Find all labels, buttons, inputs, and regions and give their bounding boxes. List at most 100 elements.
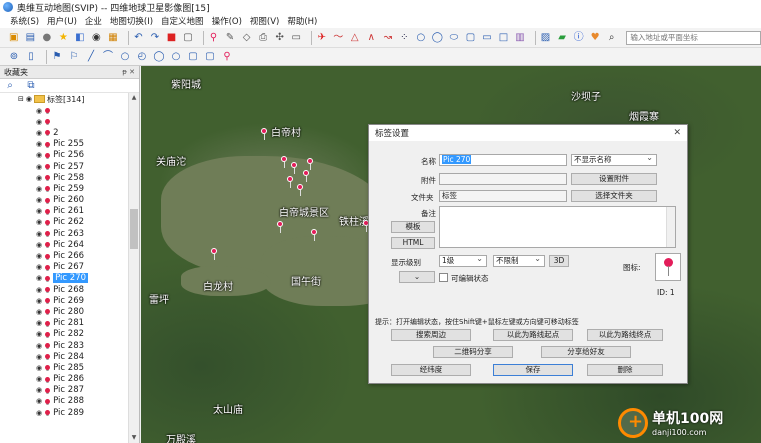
layer-icon[interactable]: ◧ [74,32,86,44]
route-end-button[interactable]: 以此为路线终点 [587,329,663,341]
editable-checkbox[interactable] [439,273,448,282]
ruler-icon[interactable]: ▭ [290,32,302,44]
map-marker[interactable] [281,156,287,168]
route-start-button[interactable]: 以此为路线起点 [493,329,573,341]
line-icon[interactable]: ╱ [85,51,97,63]
menu-view[interactable]: 视图(V) [250,15,279,27]
compass-icon[interactable]: ✣ [274,32,286,44]
menu-enterprise[interactable]: 企业 [85,15,102,27]
pushpin-alt-icon[interactable]: ⚐ [68,51,80,63]
ellipse-icon[interactable]: ⬭ [448,32,460,44]
undo-icon[interactable]: ↶ [133,32,145,44]
delete-icon[interactable]: ■ [166,32,178,44]
print-icon[interactable]: ⎙ [257,32,269,44]
tag-list-item[interactable]: ◉ [36,105,139,116]
eye-icon[interactable]: ◉ [36,353,42,361]
eye-icon[interactable]: ◉ [36,174,42,182]
tag-list-item[interactable]: ◉ Pic 280 [36,306,139,317]
eye-icon[interactable]: ◉ [36,364,42,372]
map-marker[interactable] [307,158,313,170]
attachment-field[interactable] [439,173,567,185]
map-marker[interactable] [211,248,217,260]
collapse-icon[interactable]: ⊟ [18,95,24,103]
eye-icon[interactable]: ◉ [36,308,42,316]
eye-icon[interactable]: ◉ [36,218,42,226]
sidebar-scrollbar[interactable]: ▲ ▼ [128,93,139,443]
tree-root-tags[interactable]: ⊟ ◉ 标签[314] [0,93,139,105]
copy-icon[interactable]: ⧉ [25,80,37,92]
tag-list-item[interactable]: ◉ 2 [36,127,139,138]
chat-icon[interactable]: ▰ [556,32,568,44]
map-marker[interactable] [291,162,297,174]
tag-list-item[interactable]: ◉ Pic 257 [36,161,139,172]
eye-icon[interactable]: ◉ [36,319,42,327]
eye-icon[interactable]: ◉ [36,140,42,148]
html-button[interactable]: HTML [391,237,435,249]
eye-icon[interactable]: ◉ [36,375,42,383]
tag-list-item[interactable]: ◉ Pic 283 [36,340,139,351]
scatter-icon[interactable]: ⁘ [399,32,411,44]
save-icon[interactable]: ▤ [25,32,37,44]
eye-icon[interactable]: ◉ [36,151,42,159]
open-folder-icon[interactable]: ▣ [8,32,20,44]
tag-list-item[interactable]: ◉ Pic 258 [36,172,139,183]
ring-icon[interactable]: ◯ [432,32,444,44]
image-icon[interactable]: ▨ [540,32,552,44]
ring-small2-icon[interactable]: ○ [170,51,182,63]
tag-list-item[interactable]: ◉ Pic 262 [36,217,139,228]
menu-user[interactable]: 用户(U) [47,15,77,27]
map-marker[interactable] [303,170,309,182]
menu-map-switch[interactable]: 地图切换(I) [110,15,153,27]
name-field[interactable]: Pic 270 [439,154,567,166]
eye-icon[interactable]: ◉ [36,409,42,417]
curve-icon[interactable]: ∧ [365,32,377,44]
map-marker[interactable] [287,176,293,188]
coordinates-button[interactable]: 经纬度 [391,364,471,376]
icon-picker[interactable] [655,253,681,281]
eye-icon[interactable]: ◉ [36,286,42,294]
user-icon[interactable]: ● [41,32,53,44]
shape-icon[interactable]: ◇ [241,32,253,44]
tag-list-item[interactable]: ◉ Pic 281 [36,318,139,329]
tag-list-item[interactable]: ◉ Pic 287 [36,385,139,396]
info-icon[interactable]: ⓘ [573,32,585,44]
tag-list-item[interactable]: ◉ Pic 263 [36,228,139,239]
level-dropdown-button[interactable]: ⌄ [399,271,435,283]
address-search-input[interactable] [626,30,761,45]
panel-pin-close-controls[interactable]: ᵽ ✕ [122,68,135,76]
tag-list-item[interactable]: ◉ Pic 270 [36,273,139,284]
eye-icon[interactable]: ◉ [36,107,42,115]
eye-icon[interactable]: ◉ [36,330,42,338]
favorite-star-icon[interactable]: ★ [58,32,70,44]
arc-icon[interactable]: ⌒ [102,51,114,63]
eye-icon[interactable]: ◉ [36,252,42,260]
tag-list-item[interactable]: ◉ Pic 256 [36,150,139,161]
delete-button[interactable]: 删除 [587,364,663,376]
tag-list-item[interactable]: ◉ Pic 255 [36,139,139,150]
name-display-select[interactable]: 不显示名称 [571,153,657,166]
eye-icon[interactable]: ◉ [91,32,103,44]
save-button[interactable]: 保存 [493,364,573,376]
square-icon[interactable]: □ [498,32,510,44]
columns-icon[interactable]: ▥ [514,32,526,44]
polyline-icon[interactable]: 〜 [332,32,344,44]
set-attachment-button[interactable]: 设置附件 [571,173,657,185]
search-nearby-button[interactable]: 搜索周边 [391,329,471,341]
arrow-icon[interactable]: ↝ [382,32,394,44]
tag-list-item[interactable]: ◉ Pic 267 [36,262,139,273]
tag-list-item[interactable]: ◉ Pic 286 [36,374,139,385]
ring-small-icon[interactable]: ◯ [153,51,165,63]
marker-small-icon[interactable]: ⚲ [221,51,233,63]
tag-list-item[interactable]: ◉ Pic 259 [36,183,139,194]
rect2-icon[interactable]: ▭ [481,32,493,44]
heart-icon[interactable]: ♥ [589,32,601,44]
eye-icon[interactable]: ◉ [36,397,42,405]
tag-list-item[interactable]: ◉ Pic 261 [36,206,139,217]
eye-icon[interactable]: ◉ [36,118,42,126]
eye-icon[interactable]: ◉ [36,274,42,282]
pencil-icon[interactable]: ✎ [224,32,236,44]
eye-icon[interactable]: ◉ [36,241,42,249]
menu-system[interactable]: 系统(S) [10,15,39,27]
tag-list-item[interactable]: ◉ Pic 264 [36,239,139,250]
polygon-icon[interactable]: △ [349,32,361,44]
